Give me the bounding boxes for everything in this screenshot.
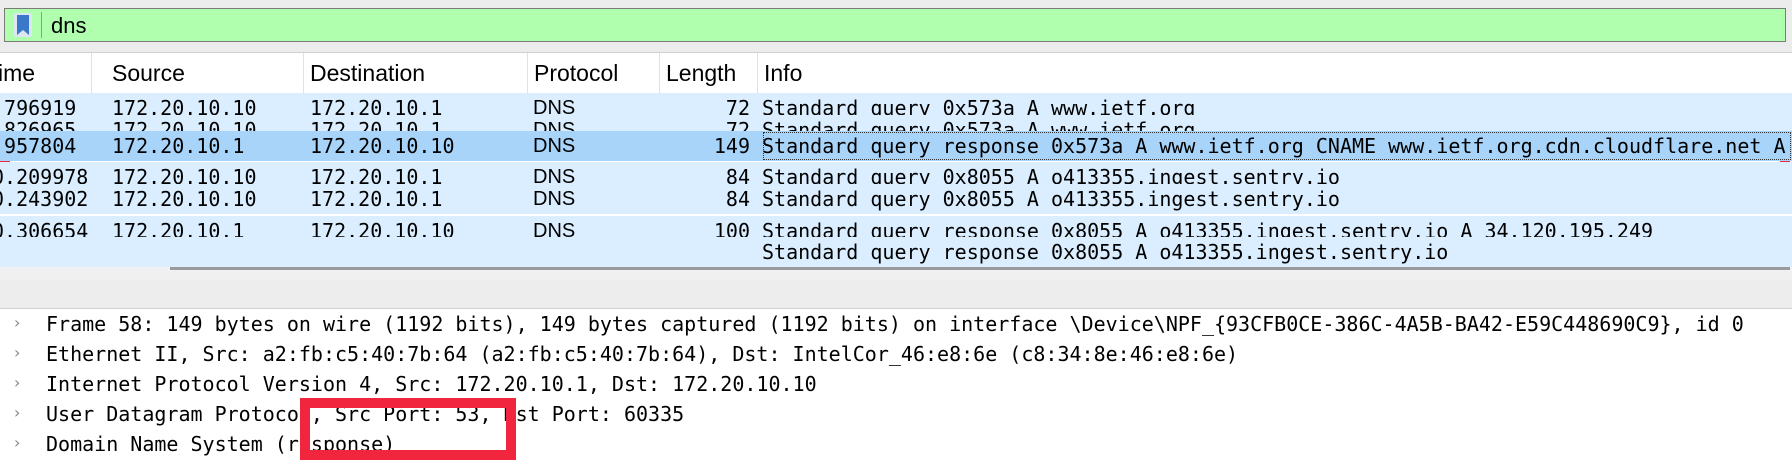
filter-separator	[41, 12, 42, 38]
packet-row[interactable]: 0.243902 172.20.10.10 172.20.10.1 DNS 84 Stan…	[0, 184, 1792, 214]
column-header-destination[interactable]: Destination	[302, 53, 528, 93]
cell-time: .957804	[0, 134, 77, 158]
packet-list[interactable]: ime Source Destination Protocol Length I…	[0, 52, 1792, 281]
filter-text[interactable]: dns	[51, 12, 86, 40]
column-header-length[interactable]: Length	[658, 53, 758, 93]
cell-destination: 172.20.10.1	[310, 187, 443, 211]
cell-destination	[310, 237, 525, 267]
chevron-right-icon[interactable]: ›	[14, 429, 28, 459]
detail-row-frame[interactable]: › Frame 58: 149 bytes on wire (1192 bits…	[0, 309, 1792, 339]
cell-protocol: DNS	[533, 135, 576, 157]
column-header-time[interactable]: ime	[0, 53, 92, 93]
detail-label-dns: Domain Name System (response)	[46, 432, 396, 456]
cell-length: 149	[713, 134, 750, 158]
detail-row-dns[interactable]: › Domain Name System (response)	[0, 429, 1792, 459]
cell-destination: 172.20.10.10	[310, 134, 455, 158]
detail-label-udp: User Datagram Protocol, Src Port: 53, Ds…	[46, 402, 685, 426]
packet-row[interactable]: .957804 172.20.10.1 172.20.10.10 DNS 149 Stan…	[0, 131, 1792, 161]
chevron-right-icon[interactable]: ›	[14, 339, 28, 369]
packet-details-pane[interactable]: › Frame 58: 149 bytes on wire (1192 bits…	[0, 309, 1792, 476]
pane-splitter[interactable]	[0, 280, 1792, 309]
cell-source: 172.20.10.1	[112, 134, 245, 158]
cell-info: Standard query response 0x8055 A o413355…	[762, 240, 1449, 264]
column-header-protocol[interactable]: Protocol	[526, 53, 660, 93]
cell-length	[660, 237, 750, 267]
chevron-right-icon[interactable]: ›	[14, 399, 28, 429]
cell-time	[0, 237, 94, 267]
detail-label-ethernet: Ethernet II, Src: a2:fb:c5:40:7b:64 (a2:…	[46, 342, 1239, 366]
detail-row-ethernet[interactable]: › Ethernet II, Src: a2:fb:c5:40:7b:64 (a…	[0, 339, 1792, 369]
cell-info: Standard query 0x8055 A o413355.ingest.s…	[762, 187, 1340, 211]
cell-length: 84	[725, 187, 750, 211]
chevron-right-icon[interactable]: ›	[14, 309, 28, 339]
cell-source: 172.20.10.10	[112, 187, 257, 211]
chevron-right-icon[interactable]: ›	[14, 369, 28, 399]
column-header-info[interactable]: Info	[756, 53, 1792, 93]
packet-row[interactable]: Standard query response 0x8055 A o413355…	[0, 237, 1792, 267]
detail-label-frame: Frame 58: 149 bytes on wire (1192 bits),…	[46, 312, 1744, 336]
cell-protocol	[533, 237, 653, 267]
cell-time: 0.243902	[0, 187, 89, 211]
column-header-source[interactable]: Source	[104, 53, 304, 93]
detail-row-ip[interactable]: › Internet Protocol Version 4, Src: 172.…	[0, 369, 1792, 399]
display-filter-input[interactable]: dns	[4, 8, 1786, 42]
detail-row-udp[interactable]: › User Datagram Protocol, Src Port: 53, …	[0, 399, 1792, 429]
cell-protocol: DNS	[533, 188, 576, 210]
detail-label-ip: Internet Protocol Version 4, Src: 172.20…	[46, 372, 817, 396]
cell-source	[112, 237, 302, 267]
display-filter-toolbar: dns	[0, 0, 1792, 52]
packet-list-header: ime Source Destination Protocol Length I…	[0, 53, 1792, 94]
bookmark-icon[interactable]	[14, 13, 32, 37]
cell-info: Standard query response 0x573a A www.iet…	[762, 131, 1792, 161]
